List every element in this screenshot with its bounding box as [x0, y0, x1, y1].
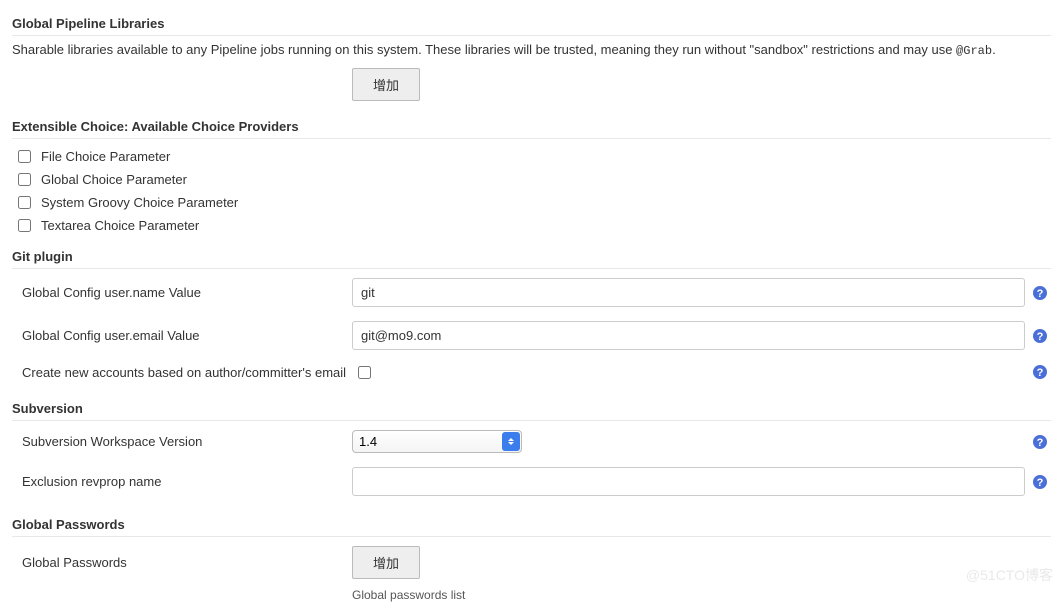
choice-item: File Choice Parameter [12, 145, 1051, 168]
git-user-email-label: Global Config user.email Value [12, 328, 352, 343]
choice-label: File Choice Parameter [41, 149, 170, 164]
pipeline-description-pre: Sharable libraries available to any Pipe… [12, 42, 956, 57]
svg-text:?: ? [1037, 367, 1044, 379]
section-header-git: Git plugin [12, 245, 1051, 269]
help-icon[interactable]: ? [1032, 364, 1048, 380]
help-icon[interactable]: ? [1032, 285, 1048, 301]
svg-text:?: ? [1037, 477, 1044, 489]
choice-label: Global Choice Parameter [41, 172, 187, 187]
svn-exclusion-label: Exclusion revprop name [12, 474, 352, 489]
choice-item: Global Choice Parameter [12, 168, 1051, 191]
passwords-add-button[interactable]: 增加 [352, 546, 420, 579]
choice-label: System Groovy Choice Parameter [41, 195, 238, 210]
pipeline-add-button[interactable]: 增加 [352, 68, 420, 101]
help-icon[interactable]: ? [1032, 474, 1048, 490]
git-user-name-input[interactable] [352, 278, 1025, 307]
help-icon[interactable]: ? [1032, 328, 1048, 344]
svn-workspace-label: Subversion Workspace Version [12, 434, 352, 449]
section-header-pipeline: Global Pipeline Libraries [12, 12, 1051, 36]
git-create-accounts-checkbox[interactable] [358, 366, 371, 379]
choice-item: System Groovy Choice Parameter [12, 191, 1051, 214]
choice-checkbox-groovy[interactable] [18, 196, 31, 209]
section-header-passwords: Global Passwords [12, 513, 1051, 537]
git-user-name-label: Global Config user.name Value [12, 285, 352, 300]
pipeline-description-code: @Grab [956, 44, 992, 58]
passwords-list-label: Global passwords list [352, 582, 1051, 602]
help-icon[interactable]: ? [1032, 434, 1048, 450]
pipeline-description: Sharable libraries available to any Pipe… [12, 42, 1051, 58]
choice-checkbox-textarea[interactable] [18, 219, 31, 232]
choice-checkbox-file[interactable] [18, 150, 31, 163]
watermark: @51CTO博客 [966, 565, 1053, 585]
pipeline-description-post: . [992, 42, 996, 57]
svg-text:?: ? [1037, 331, 1044, 343]
passwords-label: Global Passwords [12, 555, 352, 570]
git-create-accounts-label: Create new accounts based on author/comm… [12, 365, 352, 380]
choice-label: Textarea Choice Parameter [41, 218, 199, 233]
choice-checkbox-global[interactable] [18, 173, 31, 186]
svg-text:?: ? [1037, 288, 1044, 300]
svn-workspace-select[interactable]: 1.4 [352, 430, 522, 453]
git-user-email-input[interactable] [352, 321, 1025, 350]
svg-text:?: ? [1037, 437, 1044, 449]
section-header-choices: Extensible Choice: Available Choice Prov… [12, 115, 1051, 139]
choice-item: Textarea Choice Parameter [12, 214, 1051, 237]
section-header-subversion: Subversion [12, 397, 1051, 421]
svn-exclusion-input[interactable] [352, 467, 1025, 496]
